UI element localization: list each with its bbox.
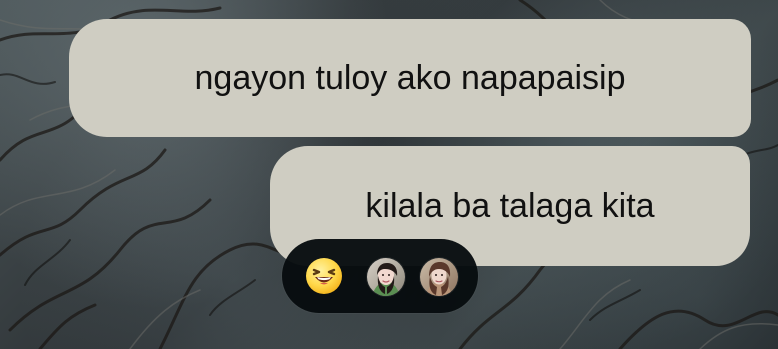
message-text-2: kilala ba talaga kita <box>365 187 655 225</box>
reaction-bar[interactable] <box>282 239 478 313</box>
reacting-user-avatar-2[interactable] <box>420 258 458 296</box>
reacting-user-avatar-1[interactable] <box>367 258 405 296</box>
message-text-1: ngayon tuloy ako napapaisip <box>194 59 626 97</box>
laughing-squinting-face-icon[interactable] <box>305 257 343 295</box>
message-bubble-1[interactable]: ngayon tuloy ako napapaisip <box>69 19 751 137</box>
